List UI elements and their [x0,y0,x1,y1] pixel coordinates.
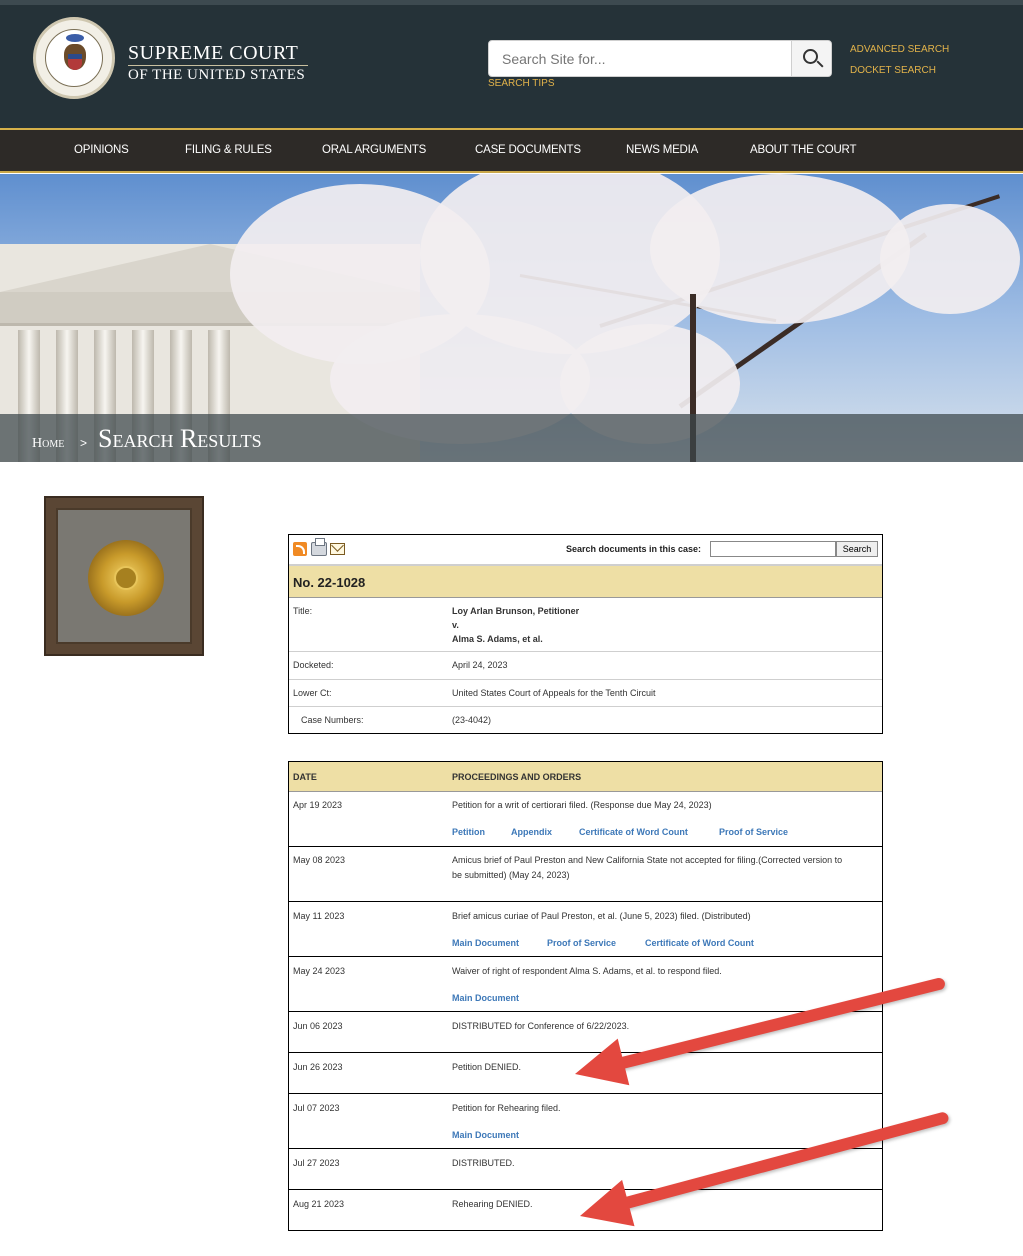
field-value: United States Court of Appeals for the T… [452,688,656,698]
row-text-line: Amicus brief of Paul Preston and New Cal… [452,855,843,865]
title-petitioner: Loy Arlan Brunson, Petitioner [452,606,580,616]
doc-search-button[interactable]: Search [836,541,878,557]
gold-rosette-icon [88,540,164,616]
certificate-word-count-link[interactable]: Certificate of Word Count [579,827,688,837]
rosette-decoration-image [44,496,204,656]
field-label: Docketed: [293,660,334,670]
doc-search-label: Search documents in this case: [566,544,702,554]
case-field-row: Case Numbers: (23-4042) [289,707,882,733]
title-respondent: Alma S. Adams, et al. [452,634,543,644]
seal-inner-ring [45,29,103,87]
case-number: No. 22-1028 [293,575,366,590]
row-text-line: be submitted) (May 24, 2023) [452,870,570,880]
row-date: Jul 27 2023 [293,1158,340,1168]
main-document-link[interactable]: Main Document [452,1130,519,1140]
nav-opinions[interactable]: OPINIONS [74,144,129,156]
title-versus: v. [452,620,459,630]
row-text: Brief amicus curiae of Paul Preston, et … [452,911,751,921]
case-field-row: Title: Loy Arlan Brunson, Petitioner v. … [289,598,882,652]
site-search-box [488,40,832,77]
row-text: DISTRIBUTED for Conference of 6/22/2023. [452,1021,630,1031]
table-row: May 08 2023 Amicus brief of Paul Preston… [289,847,882,902]
row-text: Waiver of right of respondent Alma S. Ad… [452,966,722,976]
nav-filing-rules[interactable]: FILING & RULES [185,144,272,156]
case-field-row: Docketed: April 24, 2023 [289,652,882,680]
advanced-search-link[interactable]: ADVANCED SEARCH [850,44,949,55]
main-document-link[interactable]: Main Document [452,938,519,948]
column-header-date: DATE [293,772,317,782]
printer-icon[interactable] [311,538,327,556]
blossom-cluster [650,174,910,324]
rosette-panel [56,508,192,644]
certificate-word-count-link[interactable]: Certificate of Word Count [645,938,754,948]
table-row: May 11 2023 Brief amicus curiae of Paul … [289,902,882,957]
search-tips-link[interactable]: SEARCH TIPS [488,78,555,89]
site-subtitle[interactable]: OF THE UNITED STATES [128,65,308,84]
nav-oral-arguments[interactable]: ORAL ARGUMENTS [322,144,426,156]
site-title[interactable]: SUPREME COURT [128,42,298,65]
main-document-link[interactable]: Main Document [452,993,519,1003]
row-date: Apr 19 2023 [293,800,343,810]
email-icon[interactable] [330,543,345,555]
appendix-link[interactable]: Appendix [511,827,552,837]
row-text: Rehearing DENIED. [452,1199,533,1209]
shield-icon [68,54,82,70]
blossom-cluster [880,204,1020,314]
breadcrumb-home-link[interactable]: Home [32,436,64,452]
field-value: (23-4042) [452,715,492,725]
field-label: Title: [293,606,313,616]
row-text: DISTRIBUTED. [452,1158,515,1168]
breadcrumb: Home > Search Results [0,414,1023,462]
field-label: Lower Ct: [293,688,332,698]
rss-feed-icon[interactable] [293,542,307,556]
proof-of-service-link[interactable]: Proof of Service [719,827,788,837]
row-date: Jun 26 2023 [293,1062,343,1072]
table-row: Jul 07 2023 Petition for Rehearing filed… [289,1094,882,1149]
proof-of-service-link[interactable]: Proof of Service [547,938,616,948]
table-row: May 24 2023 Waiver of right of responden… [289,957,882,1012]
row-text: Petition for a writ of certiorari filed.… [452,800,712,810]
column-header-proceedings: PROCEEDINGS AND ORDERS [452,772,582,782]
main-nav: OPINIONS FILING & RULES ORAL ARGUMENTS C… [0,128,1023,173]
case-number-header: No. 22-1028 [289,565,882,598]
nav-case-documents[interactable]: CASE DOCUMENTS [475,144,581,156]
site-search-input[interactable] [489,41,793,76]
case-toolbar: Search documents in this case: Search [289,535,882,565]
row-date: May 08 2023 [293,855,346,865]
row-date: May 11 2023 [293,911,345,921]
doc-search-input[interactable] [710,541,836,557]
row-text: Petition DENIED. [452,1062,522,1072]
row-date: Aug 21 2023 [293,1199,345,1209]
nav-news-media[interactable]: NEWS MEDIA [626,144,698,156]
row-date: May 24 2023 [293,966,346,976]
case-field-row: Lower Ct: United States Court of Appeals… [289,680,882,707]
nav-about-the-court[interactable]: ABOUT THE COURT [750,144,856,156]
rosette-center [114,566,138,590]
case-info-table: Search documents in this case: Search No… [288,534,883,734]
row-text: Petition for Rehearing filed. [452,1103,561,1113]
breadcrumb-separator: > [80,436,88,450]
field-label: Case Numbers: [301,715,364,725]
row-date: Jun 06 2023 [293,1021,343,1031]
table-row: Apr 19 2023 Petition for a writ of certi… [289,792,882,847]
search-icon-handle [816,60,824,68]
proceedings-header-row: DATE PROCEEDINGS AND ORDERS [289,762,882,792]
seal-stars [66,34,84,42]
supreme-court-seal-logo[interactable] [33,17,115,99]
site-search-button[interactable] [791,41,831,76]
field-value: April 24, 2023 [452,660,508,670]
row-date: Jul 07 2023 [293,1103,340,1113]
hero-banner-image: Home > Search Results [0,174,1023,462]
site-header: SUPREME COURT OF THE UNITED STATES SEARC… [0,0,1023,128]
page-title: Search Results [98,424,262,453]
docket-search-link[interactable]: DOCKET SEARCH [850,65,936,76]
petition-link[interactable]: Petition [452,827,485,837]
